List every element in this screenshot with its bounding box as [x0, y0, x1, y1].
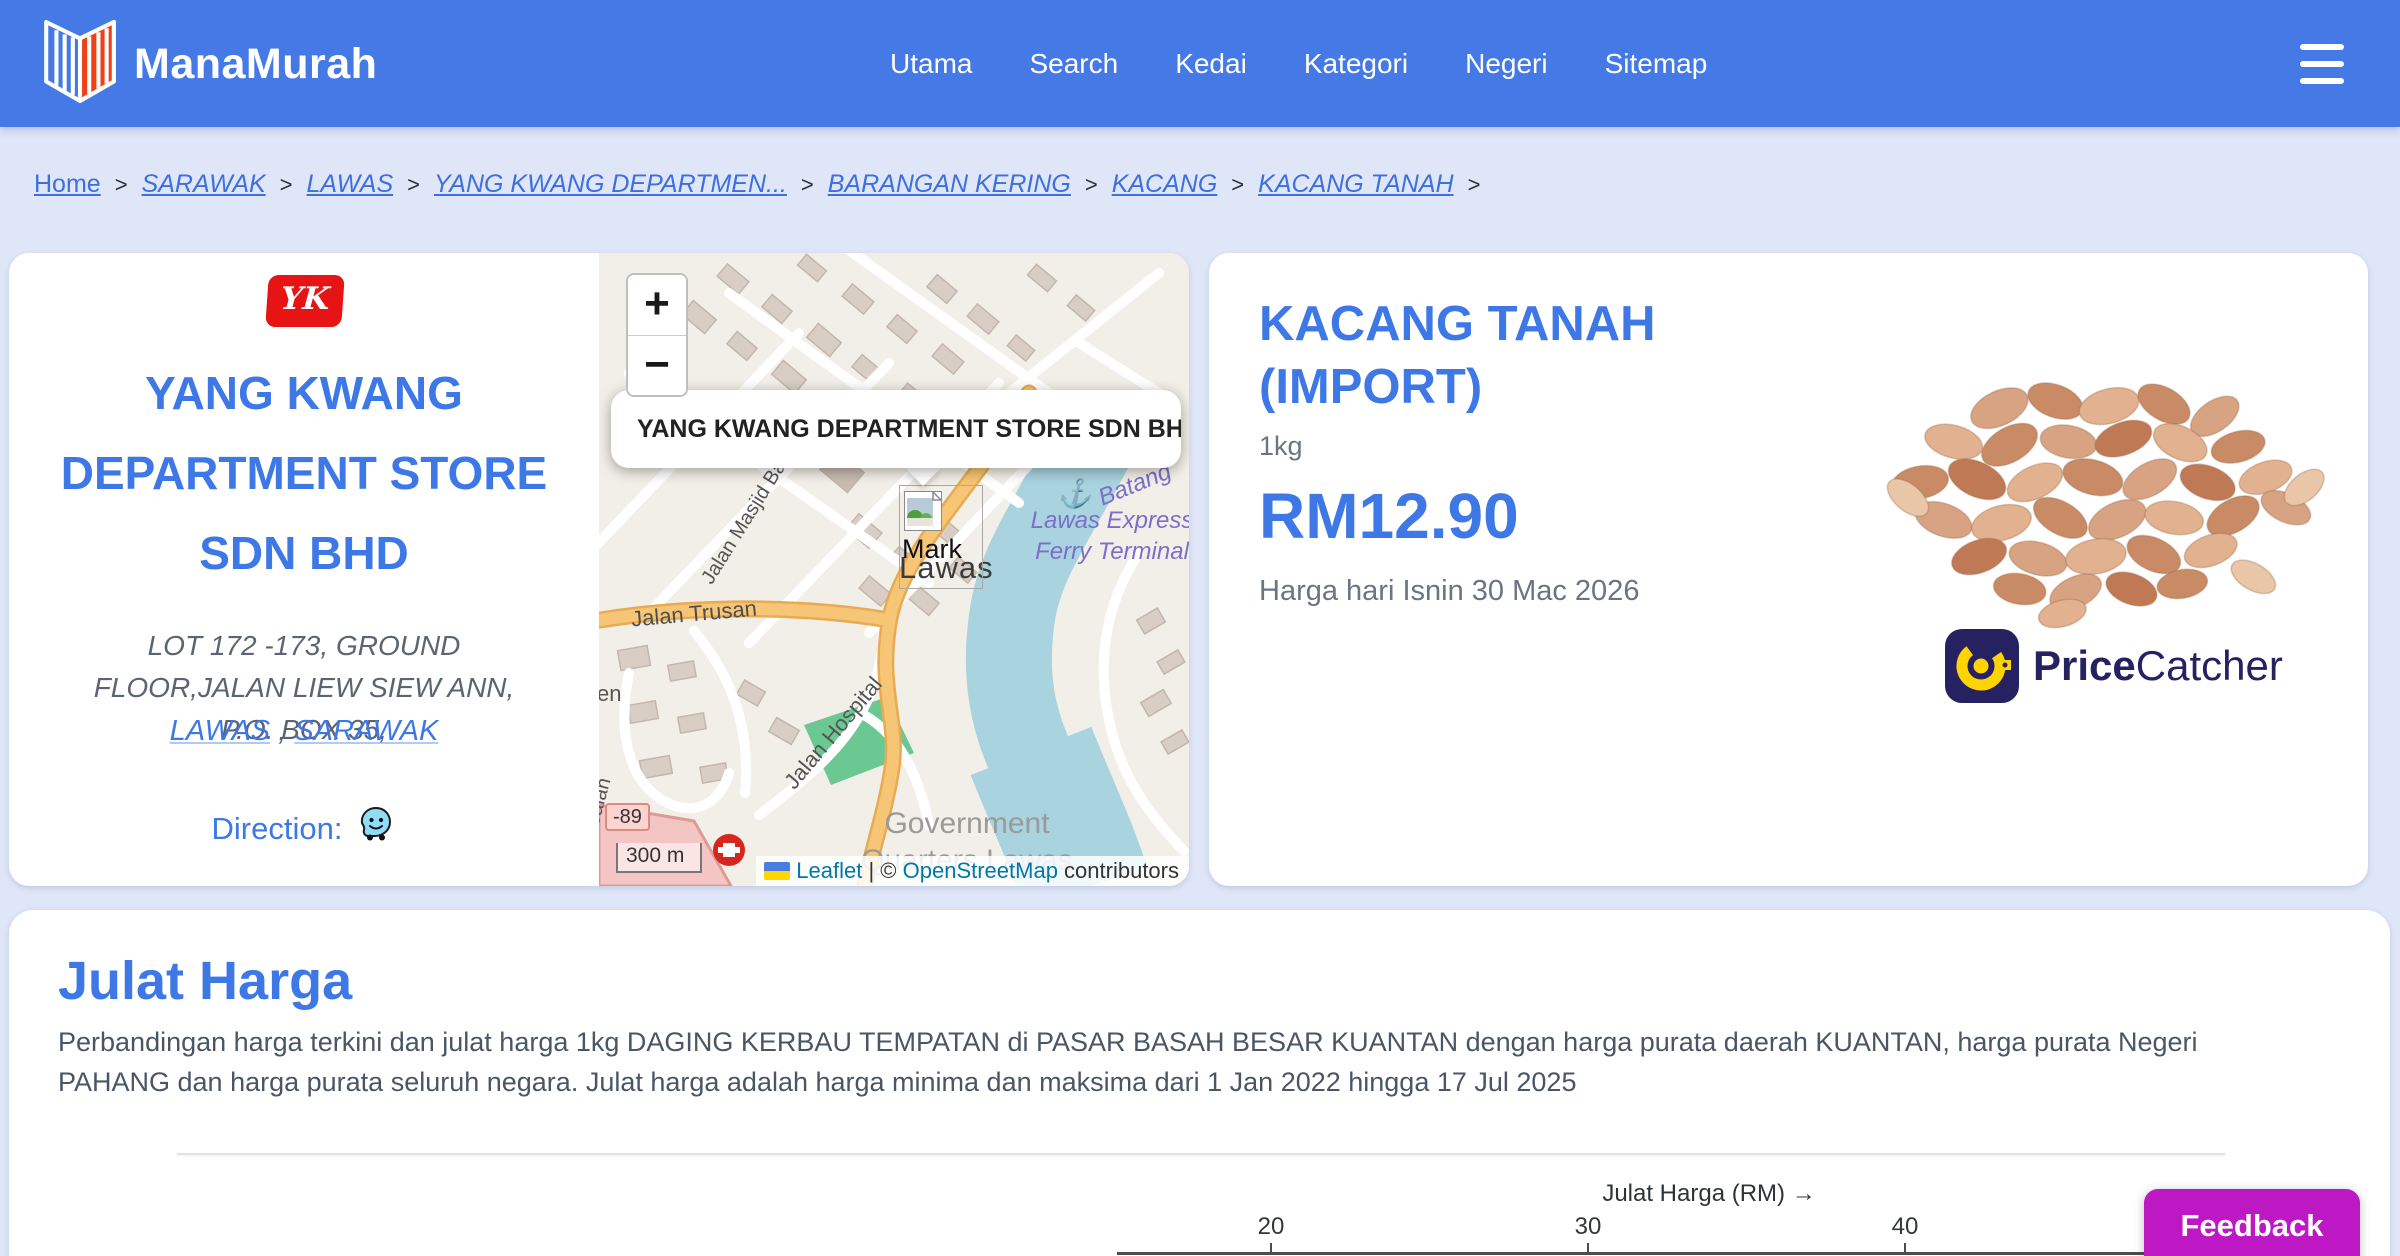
map-scale-bar: 300 m	[616, 843, 702, 873]
axis-tick-label: 40	[1875, 1213, 1935, 1241]
price-range-heading: Julat Harga	[58, 950, 352, 1012]
store-info-pane: YK YANG KWANG DEPARTMENT STORE SDN BHD L…	[9, 253, 599, 886]
breadcrumb-separator: >	[1085, 172, 1098, 198]
product-price: RM12.90	[1259, 479, 1519, 553]
openstreetmap-link[interactable]: OpenStreetMap	[903, 858, 1058, 884]
brand-name: ManaMurah	[134, 40, 377, 89]
ukraine-flag-icon	[764, 862, 790, 880]
feedback-button[interactable]: Feedback	[2144, 1189, 2360, 1256]
map[interactable]: Jalan Masjid Baru Jalan Lawas Batang ⚓ L…	[599, 253, 1189, 886]
breadcrumb-separator: >	[407, 172, 420, 198]
district-link[interactable]: LAWAS	[170, 715, 270, 747]
price-range-description: Perbandingan harga terkini dan julat har…	[58, 1022, 2288, 1102]
crumb-lawas[interactable]: LAWAS	[307, 170, 394, 199]
chart-axis-line	[1117, 1252, 2225, 1255]
nav-kedai[interactable]: Kedai	[1175, 48, 1247, 80]
route-badge: -89	[605, 803, 650, 831]
leaflet-link[interactable]: Leaflet	[796, 858, 862, 884]
store-city-line: LAWAS , SARAWAK	[9, 715, 599, 748]
marker-alt-text: Mark	[902, 534, 962, 565]
axis-tick-label: 30	[1558, 1213, 1618, 1241]
product-title: KACANG TANAH (IMPORT)	[1259, 293, 1779, 419]
breadcrumb: Home > SARAWAK > LAWAS > YANG KWANG DEPA…	[34, 170, 1480, 199]
nav-search[interactable]: Search	[1029, 48, 1118, 80]
breadcrumb-separator: >	[115, 172, 128, 198]
crumb-store[interactable]: YANG KWANG DEPARTMEN...	[434, 170, 787, 199]
map-popup: YANG KWANG DEPARTMENT STORE SDN BHD	[611, 390, 1181, 468]
pricecatcher-wordmark: PriceCatcher	[2033, 642, 2283, 690]
store-card: YK YANG KWANG DEPARTMENT STORE SDN BHD L…	[9, 253, 1189, 886]
state-link[interactable]: SARAWAK	[294, 715, 438, 747]
product-image-peanuts	[1847, 345, 2355, 640]
map-ferry-label: Lawas Express Ferry Terminal	[1027, 505, 1189, 567]
axis-tick-label: 20	[1241, 1213, 1301, 1241]
axis-tick	[1904, 1243, 1906, 1252]
direction-row: Direction:	[9, 805, 599, 853]
main-nav: Utama Search Kedai Kategori Negeri Sitem…	[890, 0, 1707, 127]
chart-axis-label: Julat Harga (RM) →	[1549, 1180, 1869, 1208]
direction-label: Direction:	[212, 811, 343, 847]
product-unit: 1kg	[1259, 431, 1303, 462]
axis-tick	[1270, 1243, 1272, 1252]
zoom-out-button[interactable]: −	[628, 335, 686, 395]
price-date: Harga hari Isnin 30 Mac 2026	[1259, 575, 1639, 608]
brand-logo[interactable]: ManaMurah	[44, 20, 377, 109]
crumb-home[interactable]: Home	[34, 170, 101, 199]
waze-icon[interactable]	[356, 805, 396, 853]
breadcrumb-separator: >	[1231, 172, 1244, 198]
map-edge-label: en	[599, 681, 621, 707]
map-attribution: Leaflet | © OpenStreetMap contributors	[756, 856, 1189, 886]
map-zoom-control: + −	[626, 273, 688, 397]
crumb-sarawak[interactable]: SARAWAK	[142, 170, 266, 199]
nav-sitemap[interactable]: Sitemap	[1605, 48, 1708, 80]
pricecatcher-logo: PriceCatcher	[1945, 629, 2283, 703]
store-name: YANG KWANG DEPARTMENT STORE SDN BHD	[12, 353, 596, 593]
breadcrumb-separator: >	[801, 172, 814, 198]
nav-kategori[interactable]: Kategori	[1304, 48, 1408, 80]
pricecatcher-icon	[1945, 629, 2019, 703]
broken-image-icon	[904, 491, 942, 531]
crumb-barangan-kering[interactable]: BARANGAN KERING	[828, 170, 1071, 199]
crumb-kacang-tanah[interactable]: KACANG TANAH	[1258, 170, 1453, 199]
breadcrumb-separator: >	[280, 172, 293, 198]
app-header: ManaMurah Utama Search Kedai Kategori Ne…	[0, 0, 2400, 127]
nav-utama[interactable]: Utama	[890, 48, 972, 80]
product-card: KACANG TANAH (IMPORT) 1kg RM12.90 Harga …	[1209, 253, 2368, 886]
axis-tick	[1587, 1243, 1589, 1252]
breadcrumb-separator: >	[1468, 172, 1481, 198]
chart-top-border	[177, 1153, 2225, 1155]
store-logo: YK	[265, 275, 345, 327]
hamburger-menu-icon[interactable]	[2300, 44, 2344, 84]
zoom-in-button[interactable]: +	[628, 275, 686, 335]
map-marker[interactable]: Mark	[899, 485, 983, 589]
map-popup-text: YANG KWANG DEPARTMENT STORE SDN BHD	[611, 390, 1181, 468]
manamurah-book-icon	[44, 20, 116, 109]
crumb-kacang[interactable]: KACANG	[1112, 170, 1218, 199]
nav-negeri[interactable]: Negeri	[1465, 48, 1547, 80]
price-range-card: Julat Harga Perbandingan harga terkini d…	[9, 910, 2390, 1256]
